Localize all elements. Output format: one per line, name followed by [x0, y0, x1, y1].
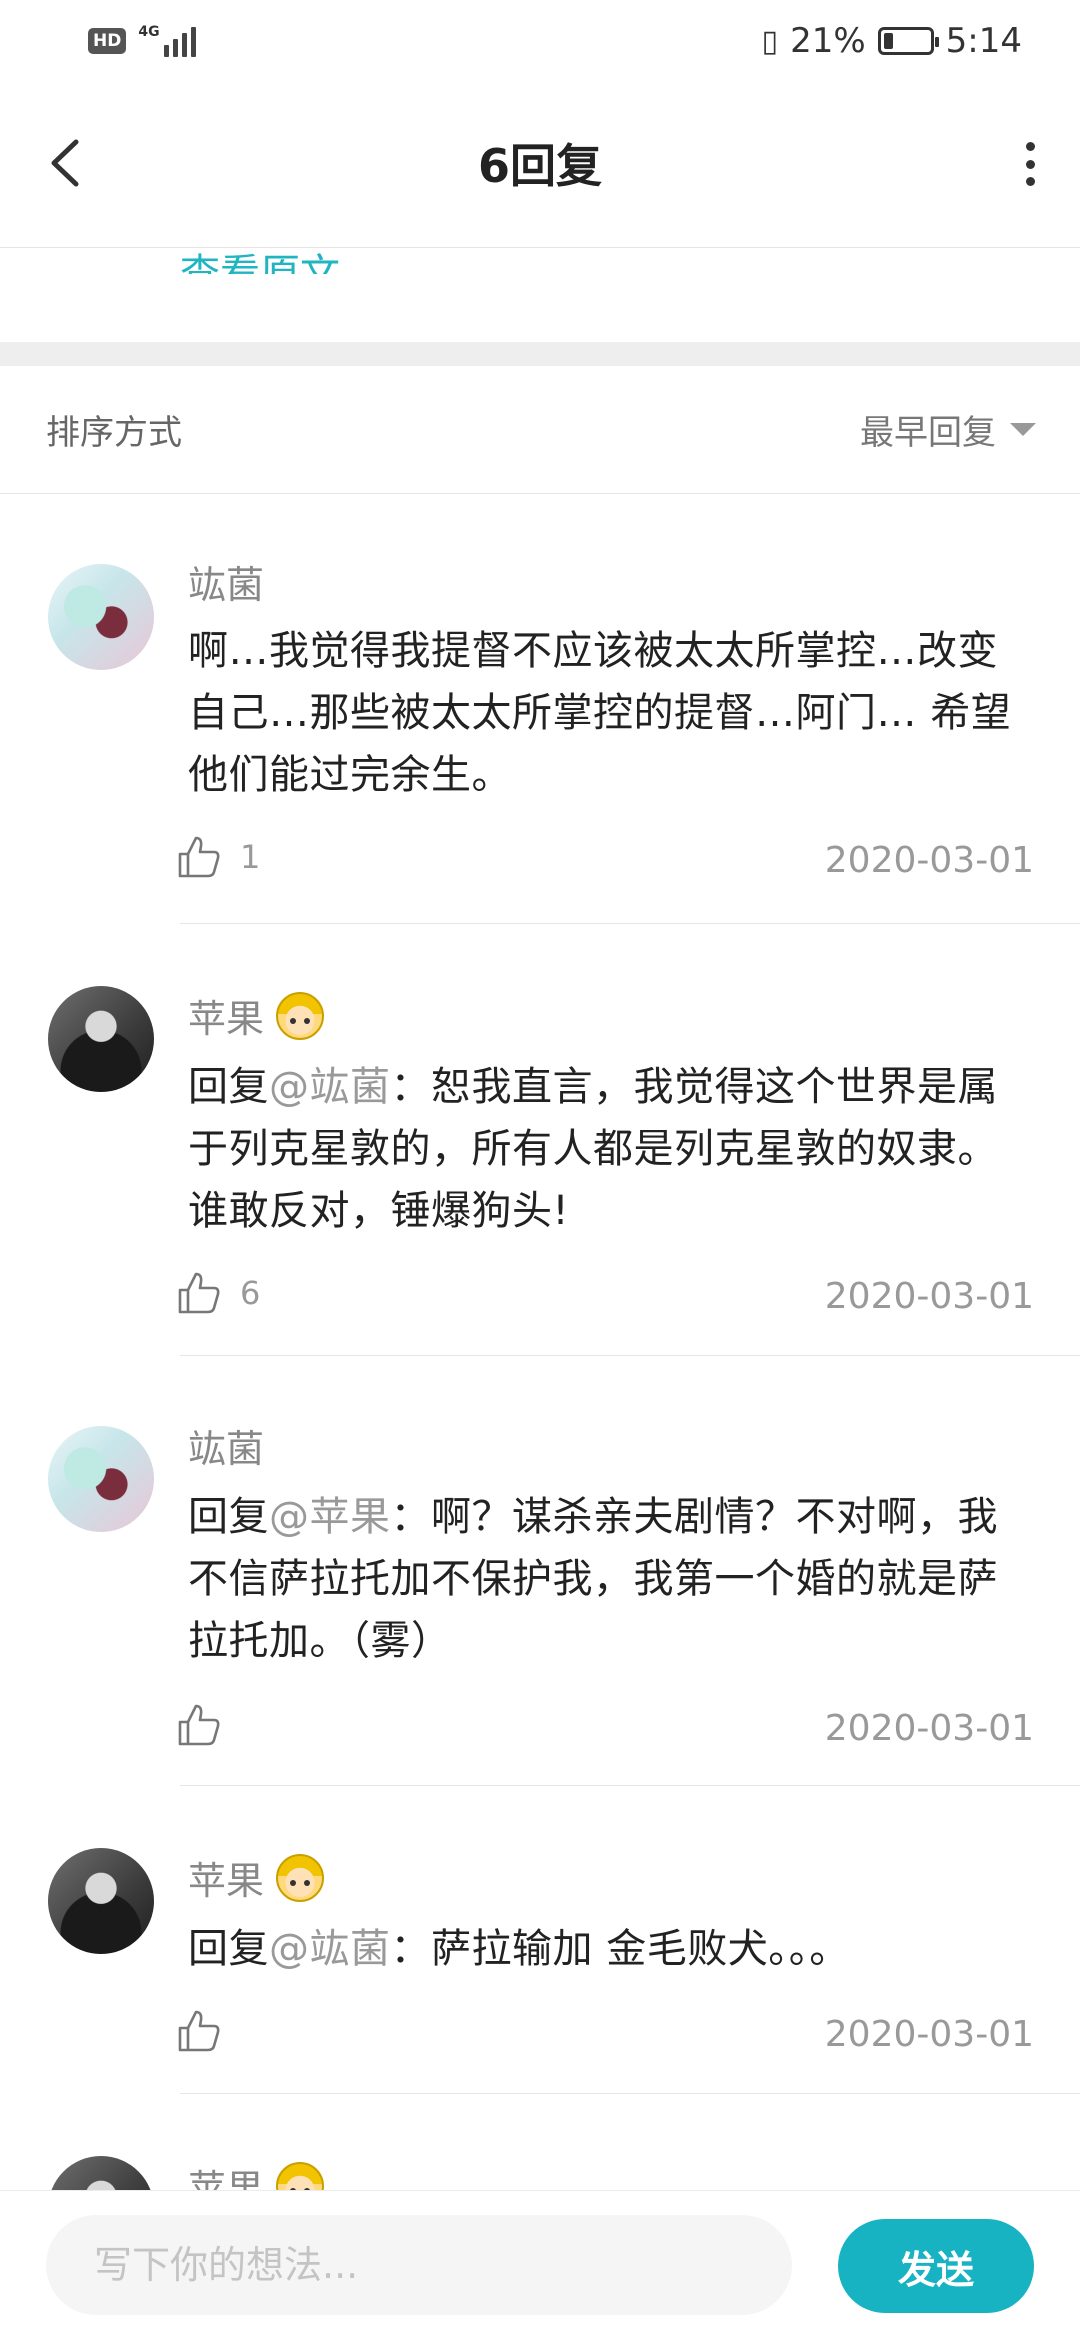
reply-text: 回复@竑菌：恕我直言，我觉得这个世界是属于列克星敦的，所有人都是列克星敦的奴隶。…	[188, 1056, 1038, 1242]
signal-icon: 4G	[138, 24, 196, 57]
reply-mention[interactable]: @竑菌	[269, 1064, 391, 1110]
avatar[interactable]	[48, 564, 154, 670]
avatar[interactable]	[48, 1848, 154, 1954]
reply-mention[interactable]: @竑菌	[269, 1926, 391, 1972]
battery-level	[883, 33, 893, 49]
reply-item: 苹果	[0, 2094, 1080, 2190]
reply-date: 2020-03-01	[824, 840, 1034, 881]
status-bar: HD 4G ▯ 21% 5:14	[0, 0, 1080, 82]
battery-icon	[877, 27, 939, 55]
more-options-icon[interactable]	[1020, 142, 1040, 186]
reply-prefix: 回复	[188, 1926, 269, 1972]
reply-mention[interactable]: @苹果	[269, 1494, 391, 1540]
reply-author[interactable]: 苹果	[188, 1850, 264, 1905]
sort-selected: 最早回复	[860, 413, 996, 453]
hd-badge: HD	[88, 28, 127, 54]
like-button[interactable]	[176, 2008, 240, 2054]
reply-author-line: 苹果	[188, 1850, 325, 1905]
dropdown-caret-icon	[1010, 423, 1036, 436]
page-title: 6回复	[477, 139, 602, 193]
status-right: ▯ 21% 5:14	[762, 21, 1022, 61]
reply-body: 啊…我觉得我提督不应该被太太所掌控…改变自己…那些被太太所掌控的提督…阿门… 希…	[188, 628, 1012, 798]
user-badge-icon	[276, 991, 325, 1040]
reply-author[interactable]: 竑菌	[188, 1418, 264, 1473]
section-separator	[0, 342, 1080, 366]
reply-text: 啊…我觉得我提督不应该被太太所掌控…改变自己…那些被太太所掌控的提督…阿门… 希…	[188, 620, 1038, 806]
clock: 5:14	[945, 21, 1022, 61]
reply-detail-screen: HD 4G ▯ 21% 5:14 6回复 查看原文 排序方式 最早回复 竑菌 啊…	[0, 0, 1080, 2340]
view-original-link[interactable]: 查看原文	[180, 230, 340, 274]
vibrate-icon: ▯	[761, 23, 779, 59]
like-button[interactable]: 6	[176, 1270, 260, 1316]
battery-percent: 21%	[790, 21, 866, 61]
app-header: 6回复	[0, 82, 1080, 248]
status-left: HD 4G	[88, 25, 196, 57]
reply-item: 苹果 回复@竑菌：恕我直言，我觉得这个世界是属于列克星敦的，所有人都是列克星敦的…	[0, 924, 1080, 1356]
reply-prefix: 回复	[188, 1494, 269, 1540]
thumbs-up-icon	[178, 836, 220, 878]
reply-author-line: 苹果	[188, 2158, 325, 2190]
sort-row: 排序方式 最早回复	[0, 366, 1080, 494]
reply-author[interactable]: 苹果	[188, 2158, 264, 2190]
like-count: 1	[240, 838, 261, 876]
send-button[interactable]: 发送	[838, 2219, 1034, 2313]
avatar[interactable]	[48, 986, 154, 1092]
reply-author[interactable]: 苹果	[188, 988, 264, 1043]
reply-author-line: 竑菌	[188, 554, 264, 609]
thumbs-up-icon	[178, 1272, 220, 1314]
reply-prefix: 回复	[188, 1064, 269, 1110]
avatar[interactable]	[48, 2156, 154, 2190]
comment-input[interactable]	[46, 2215, 792, 2315]
avatar[interactable]	[48, 1426, 154, 1532]
reply-date: 2020-03-01	[824, 1276, 1034, 1317]
sort-dropdown[interactable]: 最早回复	[860, 405, 1036, 454]
reply-item: 苹果 回复@竑菌：萨拉输加 金毛败犬。。。 2020-03-01	[0, 1786, 1080, 2094]
user-badge-icon	[276, 1853, 325, 1902]
reply-author-line: 竑菌	[188, 1418, 264, 1473]
sort-label: 排序方式	[46, 413, 182, 453]
reply-text: 回复@苹果：啊？谋杀亲夫剧情？不对啊，我不信萨拉托加不保护我，我第一个婚的就是萨…	[188, 1486, 1038, 1672]
network-type: 4G	[138, 24, 160, 40]
like-button[interactable]: 1	[176, 834, 260, 880]
reply-item: 竑菌 啊…我觉得我提督不应该被太太所掌控…改变自己…那些被太太所掌控的提督…阿门…	[0, 494, 1080, 924]
reply-date: 2020-03-01	[824, 2014, 1034, 2055]
reply-text: 回复@竑菌：萨拉输加 金毛败犬。。。	[188, 1918, 1038, 1980]
comment-composer: 发送	[0, 2190, 1080, 2340]
like-count: 6	[240, 1274, 261, 1312]
thumbs-up-icon	[178, 1704, 220, 1746]
reply-date: 2020-03-01	[824, 1708, 1034, 1749]
like-button[interactable]	[176, 1702, 240, 1748]
reply-author[interactable]: 竑菌	[188, 554, 264, 609]
reply-item: 竑菌 回复@苹果：啊？谋杀亲夫剧情？不对啊，我不信萨拉托加不保护我，我第一个婚的…	[0, 1356, 1080, 1786]
thumbs-up-icon	[178, 2010, 220, 2052]
reply-author-line: 苹果	[188, 988, 325, 1043]
reply-body: ：萨拉输加 金毛败犬。。。	[390, 1926, 850, 1972]
user-badge-icon	[276, 2161, 325, 2190]
